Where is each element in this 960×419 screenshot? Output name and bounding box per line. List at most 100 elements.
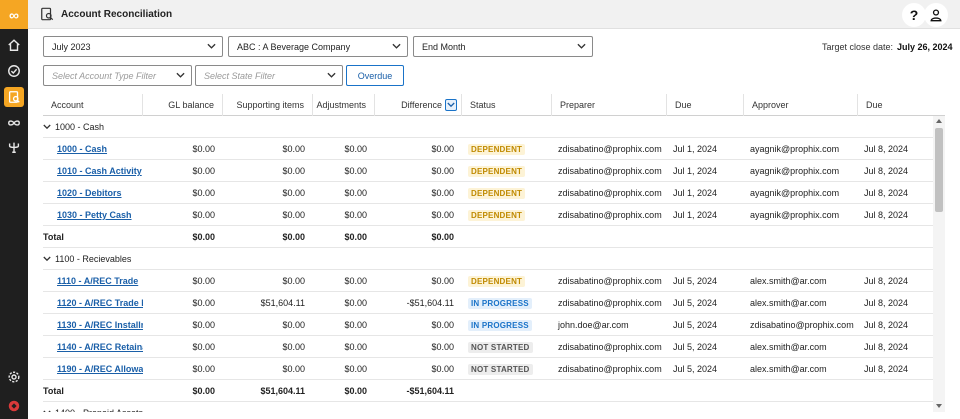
supporting-items-cell: $0.00	[282, 276, 305, 286]
status-badge: NOT STARTED	[468, 341, 533, 353]
target-close-value: July 26, 2024	[897, 42, 953, 52]
col-preparer[interactable]: Preparer	[552, 94, 667, 116]
end-month-select[interactable]: End Month	[413, 36, 593, 57]
vertical-scrollbar[interactable]	[933, 116, 945, 412]
chevron-down-icon[interactable]	[43, 255, 51, 263]
total-adjustments: $0.00	[344, 386, 367, 396]
user-icon	[930, 9, 942, 22]
col-difference[interactable]: Difference	[375, 94, 462, 116]
table-row: 1010 - Cash Activity $0.00 $0.00 $0.00 $0.00…	[43, 160, 933, 182]
total-row: Total $0.00 $51,604.11 $0.00 -$51,604.11	[43, 380, 933, 402]
chevron-down-icon	[176, 72, 185, 78]
reconciliation-grid: Account GL balance Supporting items Adju…	[43, 94, 945, 412]
prophix-logo[interactable]: ∞	[0, 0, 28, 29]
scroll-down-icon[interactable]	[936, 404, 942, 408]
approver-due-cell: Jul 8, 2024	[864, 210, 909, 220]
status-cell: DEPENDENT	[462, 138, 552, 160]
approver-due-cell: Jul 8, 2024	[864, 364, 909, 374]
overdue-button[interactable]: Overdue	[346, 65, 404, 86]
account-cell: 1000 - Cash	[43, 138, 143, 160]
difference-cell: $0.00	[431, 364, 454, 374]
col-due-preparer[interactable]: Due	[667, 94, 744, 116]
chevron-down-icon[interactable]	[43, 123, 51, 131]
col-difference-label: Difference	[401, 100, 442, 110]
trident-icon[interactable]	[0, 136, 28, 158]
preparer-due-cell: Jul 5, 2024	[673, 342, 718, 352]
group-row[interactable]: 1400 - Prepaid Assets	[43, 402, 933, 412]
entity-select[interactable]: ABC : A Beverage Company	[228, 36, 408, 57]
approver-cell: alex.smith@ar.com	[750, 364, 827, 374]
chevron-down-icon[interactable]	[43, 409, 51, 412]
help-icon: ?	[909, 7, 919, 23]
account-link[interactable]: 1130 - A/REC Installme	[57, 320, 143, 330]
status-badge: DEPENDENT	[468, 165, 526, 177]
account-type-filter[interactable]: Select Account Type Filter	[43, 65, 192, 86]
state-filter[interactable]: Select State Filter	[195, 65, 343, 86]
scroll-up-icon[interactable]	[936, 119, 942, 123]
col-supporting-items[interactable]: Supporting items	[223, 94, 313, 116]
approver-cell: ayagnik@prophix.com	[750, 188, 840, 198]
group-label[interactable]: 1400 - Prepaid Assets	[43, 402, 143, 412]
preparer-due-cell: Jul 5, 2024	[673, 276, 718, 286]
account-link[interactable]: 1140 - A/REC Retainag	[57, 342, 143, 352]
period-select[interactable]: July 2023	[43, 36, 223, 57]
group-label[interactable]: 1100 - Recievables	[43, 248, 131, 270]
preparer-cell: zdisabatino@prophix.com	[558, 188, 662, 198]
check-circle-icon[interactable]	[0, 60, 28, 82]
status-cell: DEPENDENT	[462, 204, 552, 226]
preparer-due-cell: Jul 1, 2024	[673, 188, 718, 198]
account-link[interactable]: 1120 - A/REC Trade No	[57, 298, 143, 308]
account-link[interactable]: 1030 - Petty Cash	[57, 210, 132, 220]
difference-cell: -$51,604.11	[406, 298, 454, 308]
status-badge: IN PROGRESS	[468, 319, 532, 331]
approver-cell: zdisabatino@prophix.com	[750, 320, 854, 330]
account-link[interactable]: 1010 - Cash Activity	[57, 166, 142, 176]
left-rail: ∞	[0, 0, 28, 419]
preparer-cell: zdisabatino@prophix.com	[558, 144, 662, 154]
supporting-items-cell: $0.00	[282, 144, 305, 154]
preparer-cell: zdisabatino@prophix.com	[558, 298, 662, 308]
adjustments-cell: $0.00	[344, 320, 367, 330]
gl-balance-cell: $0.00	[192, 276, 215, 286]
account-link[interactable]: 1110 - A/REC Trade	[57, 276, 138, 286]
table-row: 1190 - A/REC Allowan $0.00 $0.00 $0.00 $0.00…	[43, 358, 933, 380]
approver-due-cell: Jul 8, 2024	[864, 342, 909, 352]
preparer-cell: zdisabatino@prophix.com	[558, 364, 662, 374]
home-icon[interactable]	[0, 34, 28, 56]
gl-balance-cell: $0.00	[192, 298, 215, 308]
infinity-icon[interactable]	[0, 112, 28, 134]
period-value: July 2023	[52, 41, 91, 52]
account-link[interactable]: 1000 - Cash	[57, 144, 107, 154]
user-button[interactable]	[924, 3, 948, 27]
col-account[interactable]: Account	[43, 94, 143, 116]
supporting-items-cell: $51,604.11	[260, 298, 305, 308]
difference-cell: $0.00	[431, 166, 454, 176]
account-link[interactable]: 1190 - A/REC Allowan	[57, 364, 143, 374]
status-cell: NOT STARTED	[462, 358, 552, 380]
group-row[interactable]: 1000 - Cash	[43, 116, 933, 138]
scroll-thumb[interactable]	[935, 128, 943, 212]
group-label[interactable]: 1000 - Cash	[43, 116, 104, 138]
preparer-due-cell: Jul 1, 2024	[673, 144, 718, 154]
table-row: 1020 - Debitors $0.00 $0.00 $0.00 $0.00 DEPEN…	[43, 182, 933, 204]
adjustments-cell: $0.00	[344, 276, 367, 286]
approver-due-cell: Jul 8, 2024	[864, 188, 909, 198]
col-due-approver[interactable]: Due	[858, 94, 945, 116]
account-link[interactable]: 1020 - Debitors	[57, 188, 122, 198]
col-status[interactable]: Status	[462, 94, 552, 116]
status-cell: DEPENDENT	[462, 182, 552, 204]
col-gl-balance[interactable]: GL balance	[143, 94, 223, 116]
col-adjustments[interactable]: Adjustments	[313, 94, 375, 116]
difference-filter-button[interactable]	[445, 99, 457, 111]
gl-balance-cell: $0.00	[192, 364, 215, 374]
entity-value: ABC : A Beverage Company	[237, 41, 351, 52]
col-approver[interactable]: Approver	[744, 94, 858, 116]
group-row[interactable]: 1100 - Recievables	[43, 248, 933, 270]
gear-icon[interactable]	[0, 366, 28, 388]
total-row: Total $0.00 $0.00 $0.00 $0.00	[43, 226, 933, 248]
preparer-due-cell: Jul 5, 2024	[673, 298, 718, 308]
help-button[interactable]: ?	[902, 3, 926, 27]
status-badge: NOT STARTED	[468, 363, 533, 375]
gl-balance-cell: $0.00	[192, 144, 215, 154]
reconciliation-icon[interactable]	[4, 87, 24, 107]
